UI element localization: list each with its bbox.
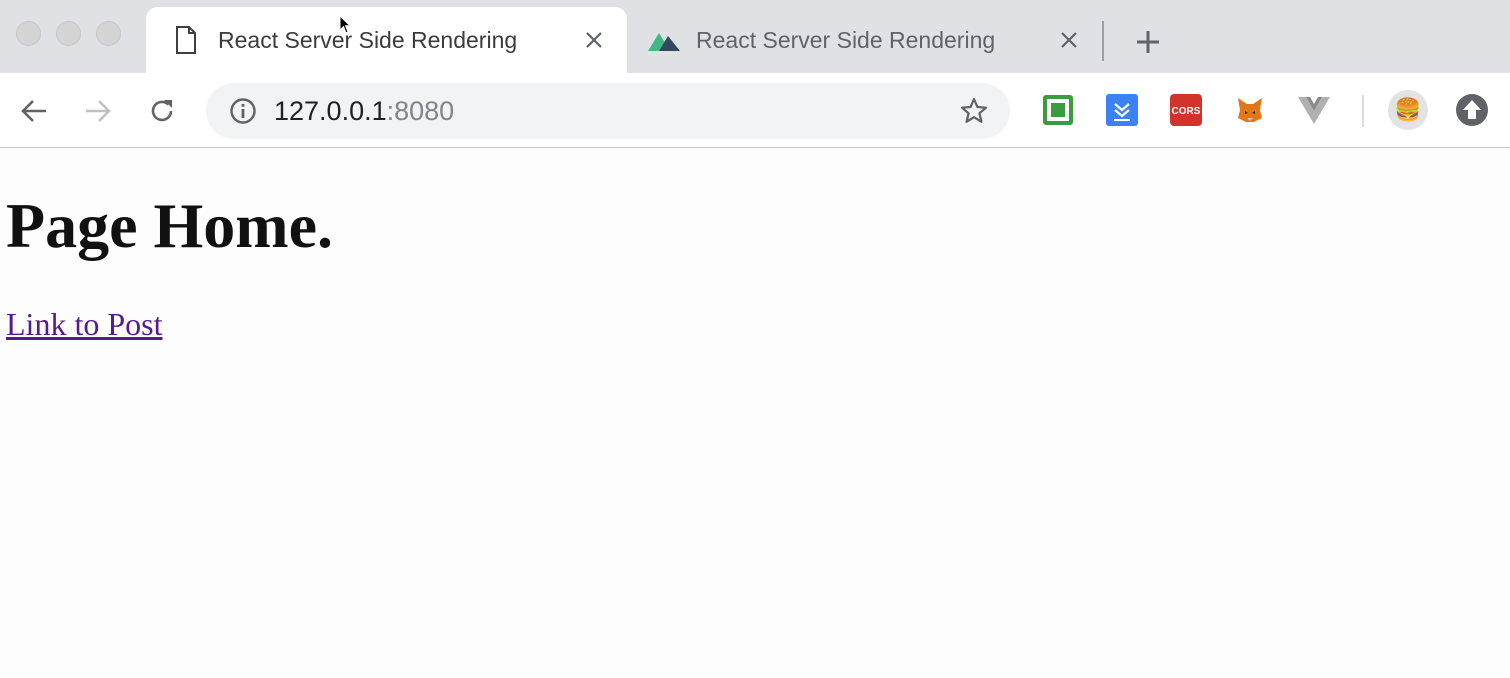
- nuxt-mountain-icon: [644, 20, 684, 60]
- tab-active[interactable]: React Server Side Rendering: [146, 7, 627, 73]
- url-port: :8080: [386, 95, 455, 126]
- url-text[interactable]: 127.0.0.1:8080: [274, 96, 954, 127]
- reload-button[interactable]: [142, 91, 182, 131]
- document-icon: [166, 20, 206, 60]
- profile-avatar[interactable]: 🍔: [1388, 90, 1428, 130]
- update-arrow-icon[interactable]: [1455, 93, 1489, 127]
- reload-icon: [151, 100, 173, 122]
- back-button[interactable]: [14, 91, 54, 131]
- toolbar-divider: [1362, 95, 1364, 127]
- close-tab-icon[interactable]: [1054, 25, 1084, 55]
- metamask-fox-extension-icon[interactable]: [1233, 93, 1267, 127]
- tab-title: React Server Side Rendering: [218, 26, 518, 53]
- close-tab-icon[interactable]: [579, 25, 609, 55]
- arrow-left-icon: [21, 100, 46, 122]
- vue-devtools-extension-icon[interactable]: [1297, 93, 1331, 127]
- forward-button[interactable]: [78, 91, 118, 131]
- page-content: Page Home. Link to Post: [0, 149, 1510, 678]
- mouse-cursor-icon: [339, 15, 352, 34]
- address-bar[interactable]: 127.0.0.1:8080: [206, 83, 1010, 139]
- tab-inactive[interactable]: React Server Side Rendering: [628, 7, 1102, 73]
- cors-label: CORS: [1172, 106, 1201, 117]
- window-minimize-button[interactable]: [56, 21, 81, 46]
- window-maximize-button[interactable]: [96, 21, 121, 46]
- browser-toolbar: 127.0.0.1:8080 CORS 🍔: [0, 73, 1510, 148]
- window-close-button[interactable]: [16, 21, 41, 46]
- page-heading: Page Home.: [6, 190, 333, 261]
- arrow-right-icon: [86, 100, 111, 122]
- tab-divider: [1102, 21, 1104, 61]
- plus-icon: [1137, 31, 1159, 53]
- pocket-download-extension-icon[interactable]: [1105, 93, 1139, 127]
- cors-extension-icon[interactable]: CORS: [1169, 93, 1203, 127]
- tab-strip: React Server Side Rendering React Server…: [0, 0, 1510, 73]
- new-tab-button[interactable]: [1130, 24, 1166, 60]
- tab-title: React Server Side Rendering: [696, 26, 996, 53]
- url-host: 127.0.0.1: [274, 95, 387, 126]
- bookmark-star-icon[interactable]: [954, 91, 994, 131]
- green-square-extension-icon[interactable]: [1041, 93, 1075, 127]
- link-to-post[interactable]: Link to Post: [6, 306, 162, 343]
- site-info-icon[interactable]: [226, 94, 260, 128]
